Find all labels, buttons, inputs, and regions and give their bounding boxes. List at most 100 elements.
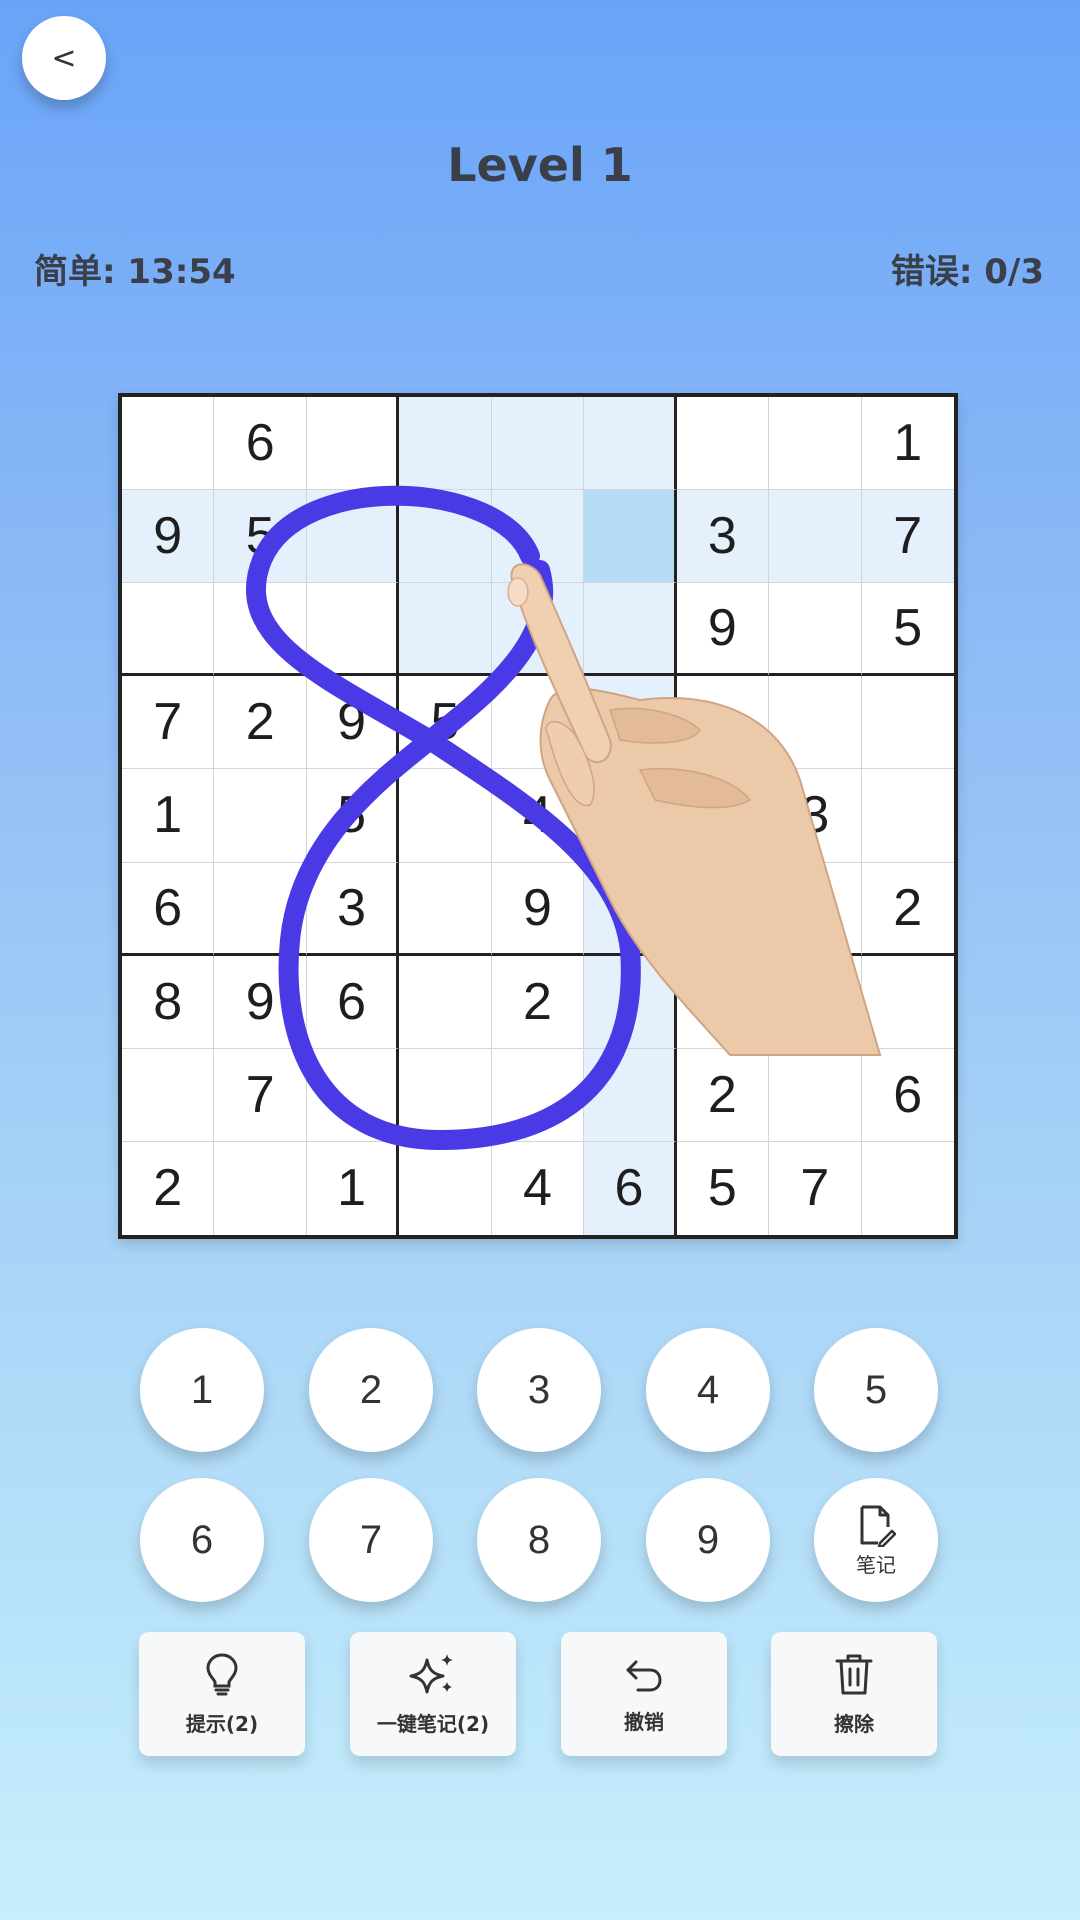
sudoku-cell[interactable] xyxy=(861,769,954,863)
sudoku-cell[interactable]: 7 xyxy=(861,490,954,584)
sudoku-cell[interactable]: 3 xyxy=(769,769,862,863)
sudoku-cell[interactable] xyxy=(491,490,585,584)
sudoku-cell[interactable]: 9 xyxy=(491,862,585,956)
sudoku-cell[interactable] xyxy=(306,490,400,584)
sudoku-cell[interactable] xyxy=(214,583,307,677)
sudoku-cell[interactable] xyxy=(399,1141,492,1235)
undo-button[interactable]: 撤销 xyxy=(561,1632,727,1756)
sudoku-cell[interactable]: 9 xyxy=(122,490,215,584)
sudoku-cell[interactable] xyxy=(399,583,492,677)
sudoku-cell[interactable] xyxy=(769,490,862,584)
sudoku-cell[interactable] xyxy=(584,862,677,956)
sudoku-cell[interactable]: 6 xyxy=(306,955,400,1049)
sudoku-cell[interactable] xyxy=(584,1048,677,1142)
number-button-7[interactable]: 7 xyxy=(309,1478,433,1602)
lightbulb-icon xyxy=(204,1652,240,1696)
sudoku-cell[interactable]: 3 xyxy=(306,862,400,956)
sudoku-cell[interactable]: 6 xyxy=(214,397,307,491)
sudoku-cell[interactable] xyxy=(122,1048,215,1142)
sudoku-cell[interactable]: 5 xyxy=(214,490,307,584)
number-button-6[interactable]: 6 xyxy=(140,1478,264,1602)
sudoku-cell[interactable] xyxy=(861,956,954,1049)
sudoku-cell[interactable] xyxy=(399,490,492,584)
sudoku-cell[interactable] xyxy=(769,862,862,956)
auto-notes-button[interactable]: 一键笔记(2) xyxy=(350,1632,516,1756)
sudoku-cell[interactable] xyxy=(491,1048,585,1142)
number-button-2[interactable]: 2 xyxy=(309,1328,433,1452)
hint-button[interactable]: 提示(2) xyxy=(139,1632,305,1756)
sudoku-cell[interactable]: 6 xyxy=(584,1141,677,1235)
error-counter: 错误: 0/3 xyxy=(890,252,1044,292)
sudoku-cell[interactable] xyxy=(122,583,215,677)
difficulty-timer: 简单: 13:54 xyxy=(34,252,236,292)
sudoku-cell[interactable] xyxy=(861,676,954,770)
sudoku-cell[interactable] xyxy=(399,862,492,956)
sudoku-cell[interactable] xyxy=(584,955,677,1049)
sudoku-cell[interactable] xyxy=(676,955,770,1049)
sudoku-cell[interactable]: 1 xyxy=(307,1141,400,1235)
sudoku-cell[interactable] xyxy=(769,676,862,770)
number-button-3[interactable]: 3 xyxy=(477,1328,601,1452)
sudoku-cell[interactable]: 8 xyxy=(122,955,215,1049)
number-button-1[interactable]: 1 xyxy=(140,1328,264,1452)
sudoku-cell[interactable]: 3 xyxy=(676,490,770,584)
sudoku-cell[interactable] xyxy=(584,676,677,770)
sudoku-cell[interactable]: 4 xyxy=(491,769,585,863)
undo-label: 撤销 xyxy=(624,1709,664,1734)
sudoku-cell[interactable]: 6 xyxy=(122,862,215,956)
sudoku-cell[interactable] xyxy=(676,397,770,491)
sudoku-cell[interactable]: 7 xyxy=(214,1048,307,1142)
sudoku-cell[interactable] xyxy=(676,676,770,770)
sudoku-cell[interactable] xyxy=(214,1141,307,1235)
sudoku-cell[interactable] xyxy=(306,1048,400,1142)
sudoku-cell[interactable] xyxy=(491,583,585,677)
sudoku-cell[interactable]: 9 xyxy=(214,955,307,1049)
sudoku-cell[interactable] xyxy=(676,769,770,863)
sudoku-cell[interactable]: 9 xyxy=(306,676,400,770)
sudoku-cell[interactable] xyxy=(584,583,677,677)
sudoku-cell[interactable] xyxy=(399,955,492,1049)
number-button-9[interactable]: 9 xyxy=(646,1478,770,1602)
number-button-8[interactable]: 8 xyxy=(477,1478,601,1602)
sudoku-cell[interactable]: 2 xyxy=(122,1141,215,1235)
sudoku-cell[interactable] xyxy=(584,397,677,491)
back-button[interactable]: < xyxy=(22,16,106,100)
sudoku-cell[interactable] xyxy=(584,490,677,584)
erase-button[interactable]: 擦除 xyxy=(771,1632,937,1756)
sudoku-cell[interactable] xyxy=(306,583,400,677)
sudoku-cell[interactable] xyxy=(122,397,215,491)
sudoku-cell[interactable] xyxy=(491,676,585,770)
sudoku-cell[interactable]: 2 xyxy=(861,863,954,956)
sudoku-cell[interactable]: 5 xyxy=(399,676,492,770)
sudoku-cell[interactable]: 9 xyxy=(676,583,770,677)
number-button-4[interactable]: 4 xyxy=(646,1328,770,1452)
sudoku-cell[interactable] xyxy=(491,397,585,491)
sudoku-cell[interactable] xyxy=(862,1142,954,1235)
sudoku-cell[interactable] xyxy=(214,769,307,863)
sudoku-cell[interactable] xyxy=(399,397,492,491)
sudoku-cell[interactable]: 5 xyxy=(306,769,400,863)
sudoku-cell[interactable] xyxy=(399,769,492,863)
sudoku-cell[interactable]: 2 xyxy=(676,1048,770,1142)
sudoku-cell[interactable] xyxy=(769,955,862,1049)
sudoku-cell[interactable] xyxy=(584,769,677,863)
sudoku-cell[interactable] xyxy=(214,862,307,956)
sudoku-cell[interactable]: 7 xyxy=(769,1141,862,1235)
sudoku-cell[interactable] xyxy=(769,1048,862,1142)
sudoku-cell[interactable]: 5 xyxy=(677,1141,770,1235)
sudoku-cell[interactable]: 2 xyxy=(491,955,585,1049)
sudoku-cell[interactable] xyxy=(306,397,400,491)
sudoku-cell[interactable]: 5 xyxy=(861,583,954,677)
sudoku-cell[interactable]: 2 xyxy=(214,676,307,770)
sudoku-cell[interactable]: 6 xyxy=(861,1049,954,1142)
sudoku-cell[interactable] xyxy=(769,583,862,677)
sudoku-cell[interactable]: 1 xyxy=(861,397,954,491)
sudoku-cell[interactable] xyxy=(676,862,770,956)
sudoku-cell[interactable]: 4 xyxy=(492,1141,585,1235)
sudoku-cell[interactable]: 1 xyxy=(122,769,215,863)
note-button[interactable]: 笔记 xyxy=(814,1478,938,1602)
sudoku-cell[interactable] xyxy=(399,1048,492,1142)
sudoku-cell[interactable]: 7 xyxy=(122,676,215,770)
number-button-5[interactable]: 5 xyxy=(814,1328,938,1452)
sudoku-cell[interactable] xyxy=(769,397,862,491)
